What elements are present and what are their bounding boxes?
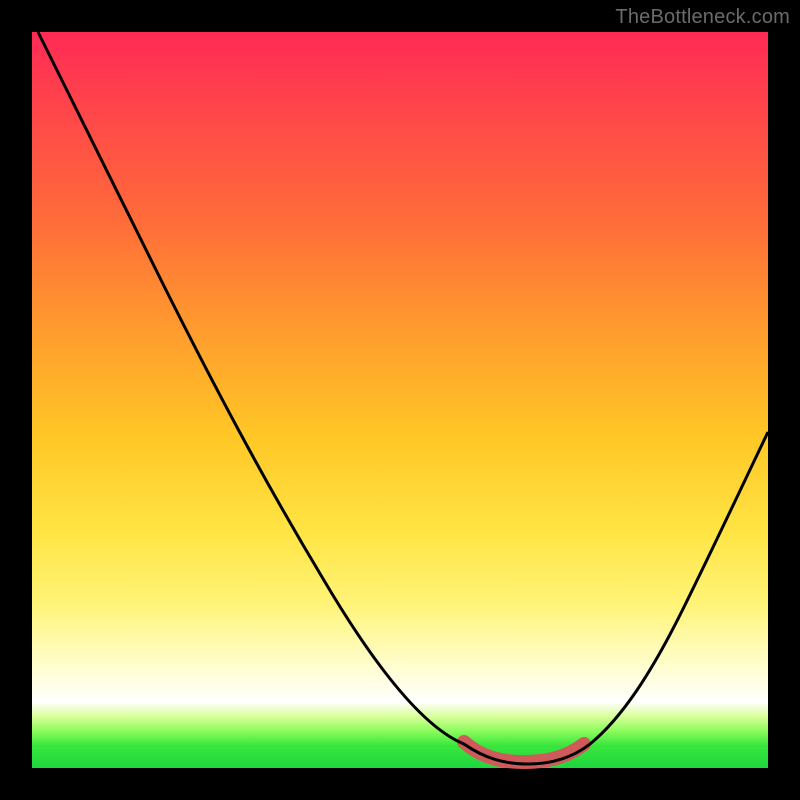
watermark-text: TheBottleneck.com	[615, 6, 790, 29]
plot-area	[32, 32, 768, 768]
curve-layer	[32, 32, 768, 768]
bottleneck-curve	[38, 32, 768, 764]
chart-canvas: TheBottleneck.com	[0, 0, 800, 800]
